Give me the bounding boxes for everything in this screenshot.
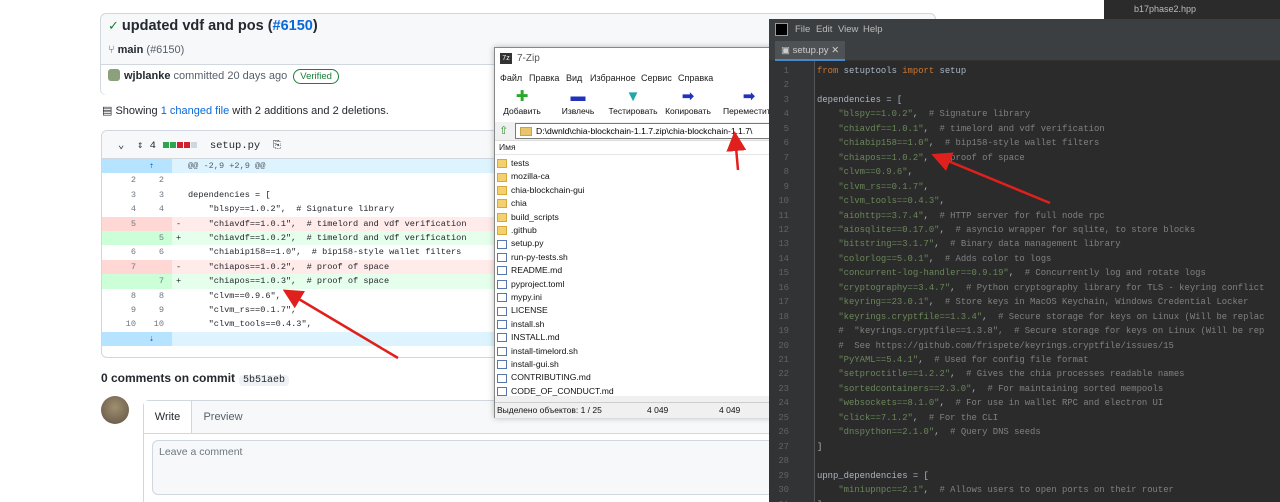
arrow-to-diff	[282, 289, 399, 360]
arrow-to-path	[726, 131, 747, 171]
annotation-arrows	[282, 131, 1051, 360]
arrow-to-chiapos	[931, 152, 1051, 205]
